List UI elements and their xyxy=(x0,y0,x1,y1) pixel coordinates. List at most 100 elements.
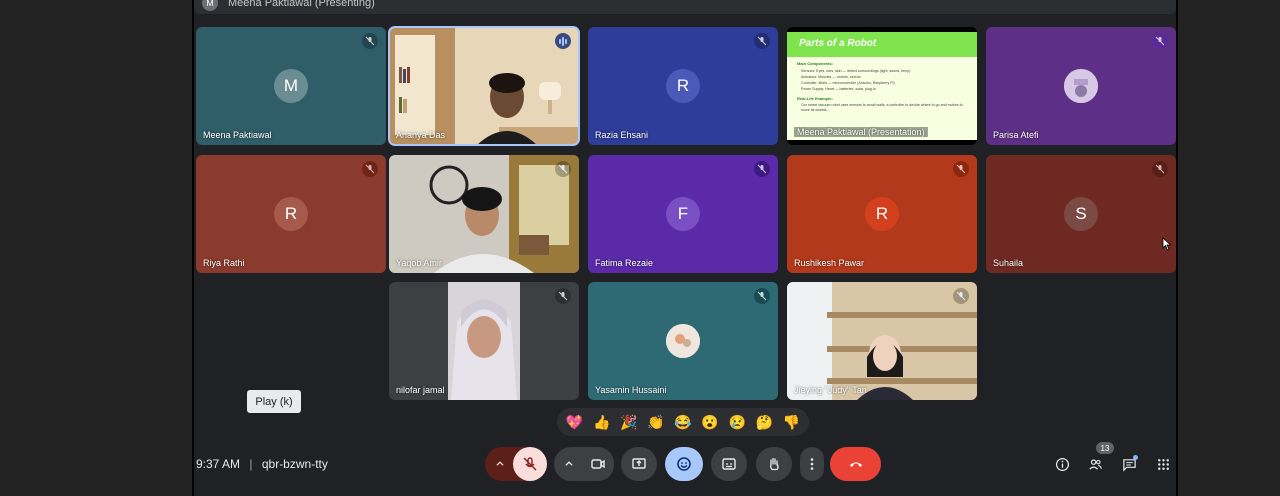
participants-count-badge: 13 xyxy=(1096,442,1114,454)
activities-button[interactable] xyxy=(1154,455,1172,473)
present-screen-icon xyxy=(632,458,646,469)
reaction-laugh[interactable]: 😂 xyxy=(671,414,695,431)
participant-tile-video[interactable]: nilofar jamal xyxy=(389,282,579,400)
chevron-up-icon[interactable] xyxy=(564,459,574,469)
mic-off-icon xyxy=(754,288,770,304)
participant-name: Meena Paktiawal xyxy=(203,130,272,140)
presenting-bar: M Meena Paktiawal (Presenting) xyxy=(194,0,1176,14)
avatar: S xyxy=(1064,197,1098,231)
mic-off-icon xyxy=(953,161,969,177)
raise-hand-icon xyxy=(770,457,779,471)
presentation-tile[interactable]: Parts of a Robot Main Components: Sensor… xyxy=(787,27,977,145)
reactions-bar: 💖 👍 🎉 👏 😂 😮 😢 🤔 👎 xyxy=(557,408,809,436)
reaction-surprised[interactable]: 😮 xyxy=(698,414,722,431)
participant-name: Ananya Das xyxy=(396,130,446,140)
profile-photo xyxy=(1064,69,1098,103)
present-screen-button[interactable] xyxy=(621,447,657,481)
meeting-time: 9:37 AM xyxy=(196,457,241,471)
reaction-thumbs-up[interactable]: 👍 xyxy=(590,414,614,431)
letterbox-right xyxy=(1176,0,1280,496)
participant-name: nilofar jamal xyxy=(396,385,445,395)
letterbox-left xyxy=(0,0,194,496)
video-feed xyxy=(389,27,579,145)
mic-toggle-button[interactable] xyxy=(513,447,547,481)
reaction-party[interactable]: 🎉 xyxy=(617,414,641,431)
participant-name: Razia Ehsani xyxy=(595,130,649,140)
video-feed xyxy=(389,282,579,400)
camera-toggle-button[interactable] xyxy=(582,447,614,481)
meeting-info: 9:37 AM | qbr-bzwn-tty xyxy=(196,457,328,471)
participant-name: Parisa Atefi xyxy=(993,130,1039,140)
more-options-button[interactable] xyxy=(800,447,824,481)
participant-name: Riya Rathi xyxy=(203,258,245,268)
meeting-code: qbr-bzwn-tty xyxy=(261,457,328,471)
participant-name: Jieying "Judy" Tan xyxy=(794,385,867,395)
reaction-heart[interactable]: 💖 xyxy=(563,414,587,431)
chat-button[interactable] xyxy=(1120,455,1138,473)
participant-tile-video[interactable]: Jieying "Judy" Tan xyxy=(787,282,977,400)
camera-icon xyxy=(591,459,605,469)
participant-name: Yaqob Amir xyxy=(396,258,442,268)
video-feed xyxy=(787,282,977,400)
chat-notification-dot xyxy=(1133,455,1138,460)
mic-off-icon xyxy=(754,33,770,49)
participant-tile-video[interactable]: Yaqob Amir xyxy=(389,155,579,273)
meeting-details-button[interactable] xyxy=(1053,455,1071,473)
mic-off-icon xyxy=(523,457,537,471)
participant-name: Rushikesh Pawar xyxy=(794,258,865,268)
avatar: M xyxy=(274,69,308,103)
participant-name: Yasamin Hussaini xyxy=(595,385,667,395)
participant-name: Fatima Rezaie xyxy=(595,258,654,268)
mic-off-icon xyxy=(1152,33,1168,49)
emoji-reactions-button[interactable] xyxy=(665,447,703,481)
participant-name: Suhaila xyxy=(993,258,1024,268)
participant-tile[interactable]: M Meena Paktiawal xyxy=(196,27,386,145)
mic-off-icon xyxy=(1152,161,1168,177)
mic-off-icon xyxy=(555,161,571,177)
participant-tile[interactable]: R Riya Rathi xyxy=(196,155,386,273)
avatar: F xyxy=(666,197,700,231)
mouse-cursor-icon xyxy=(1162,237,1172,251)
presenting-label: Meena Paktiawal (Presenting) xyxy=(228,0,375,9)
avatar: R xyxy=(274,197,308,231)
mic-off-icon xyxy=(754,161,770,177)
reaction-thinking[interactable]: 🤔 xyxy=(752,414,776,431)
mic-off-icon xyxy=(362,161,378,177)
mic-off-icon xyxy=(555,288,571,304)
captions-button[interactable] xyxy=(711,447,747,481)
slide-title: Parts of a Robot xyxy=(787,32,977,57)
apps-grid-icon xyxy=(1157,458,1169,470)
slide-example: Our smart vacuum robot uses sensors to a… xyxy=(801,103,963,112)
people-button[interactable] xyxy=(1086,455,1104,473)
reaction-thumbs-down[interactable]: 👎 xyxy=(779,414,803,431)
participant-tile[interactable]: R Rushikesh Pawar xyxy=(787,155,977,273)
reaction-clap[interactable]: 👏 xyxy=(644,414,668,431)
presenter-avatar: M xyxy=(202,0,218,11)
window-edge-right xyxy=(1176,0,1178,496)
profile-photo xyxy=(666,324,700,358)
reaction-sad[interactable]: 😢 xyxy=(725,414,749,431)
avatar: R xyxy=(666,69,700,103)
hang-up-icon xyxy=(849,462,862,467)
emoji-icon xyxy=(677,457,691,471)
speaking-indicator-icon xyxy=(555,33,571,49)
participant-tile[interactable]: Parisa Atefi xyxy=(986,27,1176,145)
mic-off-icon xyxy=(953,288,969,304)
captions-icon xyxy=(722,458,736,470)
meeting-separator: | xyxy=(249,457,253,471)
more-vertical-icon xyxy=(810,458,814,470)
participant-tile[interactable]: R Razia Ehsani xyxy=(588,27,778,145)
participant-tile[interactable]: F Fatima Rezaie xyxy=(588,155,778,273)
presentation-slide: Parts of a Robot Main Components: Sensor… xyxy=(787,32,977,140)
participant-tile[interactable]: S Suhaila xyxy=(986,155,1176,273)
participant-tile[interactable]: Yasamin Hussaini xyxy=(588,282,778,400)
avatar: R xyxy=(865,197,899,231)
chevron-up-icon[interactable] xyxy=(495,459,505,469)
video-feed xyxy=(389,155,579,273)
participant-tile-video[interactable]: Ananya Das xyxy=(388,26,580,146)
info-icon xyxy=(1055,457,1069,471)
raise-hand-button[interactable] xyxy=(756,447,792,481)
leave-call-button[interactable] xyxy=(830,447,881,481)
play-tooltip: Play (k) xyxy=(247,390,301,413)
mic-off-icon xyxy=(362,33,378,49)
